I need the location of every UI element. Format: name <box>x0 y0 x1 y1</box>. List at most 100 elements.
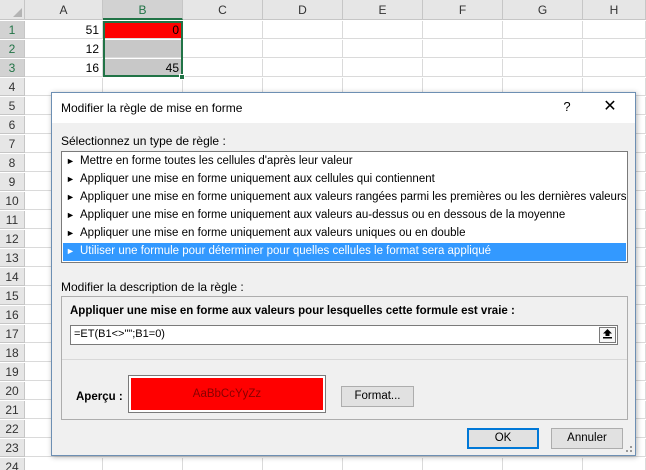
cell[interactable] <box>343 458 423 470</box>
rule-type-item[interactable]: ► Appliquer une mise en forme uniquement … <box>63 171 626 189</box>
cell[interactable] <box>583 40 646 58</box>
cell[interactable] <box>503 21 583 39</box>
arrow-right-icon: ► <box>66 192 75 202</box>
cell[interactable] <box>183 40 263 58</box>
cell[interactable] <box>263 59 343 77</box>
cell[interactable] <box>423 59 503 77</box>
arrow-right-icon: ► <box>66 174 75 184</box>
row-header[interactable]: 15 <box>0 287 25 305</box>
cell[interactable] <box>423 458 503 470</box>
cell-a2[interactable]: 12 <box>25 40 103 58</box>
row-header[interactable]: 12 <box>0 230 25 248</box>
row-header[interactable]: 21 <box>0 401 25 419</box>
cell[interactable] <box>503 40 583 58</box>
formula-input[interactable]: =ET(B1<>"";B1=0) <box>70 325 618 345</box>
description-label-text: Modifier la description de la règle : <box>61 280 244 294</box>
rule-type-label: Appliquer une mise en forme uniquement a… <box>80 209 566 221</box>
cell[interactable] <box>343 59 423 77</box>
row-header[interactable]: 11 <box>0 211 25 229</box>
row-header[interactable]: 9 <box>0 173 25 191</box>
cell[interactable] <box>503 59 583 77</box>
column-header-e[interactable]: E <box>343 0 423 20</box>
row-header[interactable]: 5 <box>0 97 25 115</box>
column-header-h[interactable]: H <box>583 0 646 20</box>
divider <box>62 359 627 360</box>
column-header-g[interactable]: G <box>503 0 583 20</box>
close-button[interactable]: ✕ <box>598 95 622 119</box>
row-header[interactable]: 1 <box>0 21 25 39</box>
column-header-c[interactable]: C <box>183 0 263 20</box>
row-header[interactable]: 2 <box>0 40 25 58</box>
row-header[interactable]: 23 <box>0 439 25 457</box>
rule-type-item[interactable]: ► Appliquer une mise en forme uniquement … <box>63 189 626 207</box>
row-header[interactable]: 24 <box>0 458 25 470</box>
column-header-f[interactable]: F <box>423 0 503 20</box>
dialog-titlebar[interactable]: Modifier la règle de mise en forme ? ✕ <box>52 93 635 123</box>
dialog-title: Modifier la règle de mise en forme <box>61 101 243 115</box>
column-header-b[interactable]: B <box>103 0 183 20</box>
row-header[interactable]: 8 <box>0 154 25 172</box>
row-header[interactable]: 3 <box>0 59 25 77</box>
cell[interactable] <box>423 40 503 58</box>
rule-type-item[interactable]: ► Appliquer une mise en forme uniquement … <box>63 207 626 225</box>
row-header[interactable]: 13 <box>0 249 25 267</box>
arrow-right-icon: ► <box>66 210 75 220</box>
row-header[interactable]: 10 <box>0 192 25 210</box>
cancel-button[interactable]: Annuler <box>551 428 623 449</box>
rule-type-label: Appliquer une mise en forme uniquement a… <box>80 227 466 239</box>
formula-value: =ET(B1<>"";B1=0) <box>74 328 165 340</box>
formula-label: Appliquer une mise en forme aux valeurs … <box>70 305 515 317</box>
resize-grip-icon[interactable] <box>623 443 633 453</box>
arrow-right-icon: ► <box>66 156 75 166</box>
row-header[interactable]: 17 <box>0 325 25 343</box>
help-button[interactable]: ? <box>556 96 578 118</box>
cell[interactable] <box>263 21 343 39</box>
rule-type-label: Appliquer une mise en forme uniquement a… <box>80 173 435 185</box>
cell[interactable] <box>25 458 103 470</box>
column-header-a[interactable]: A <box>25 0 103 20</box>
row-header[interactable]: 18 <box>0 344 25 362</box>
format-button[interactable]: Format... <box>341 386 414 407</box>
cell[interactable] <box>343 40 423 58</box>
cell[interactable] <box>583 59 646 77</box>
arrow-right-icon: ► <box>66 246 75 256</box>
column-header-d[interactable]: D <box>263 0 343 20</box>
rule-type-item[interactable]: ► Appliquer une mise en forme uniquement … <box>63 225 626 243</box>
cell[interactable] <box>583 21 646 39</box>
cell-a3[interactable]: 16 <box>25 59 103 77</box>
cell[interactable] <box>263 458 343 470</box>
rule-type-item-selected[interactable]: ► Utiliser une formule pour déterminer po… <box>63 243 626 261</box>
row-header[interactable]: 22 <box>0 420 25 438</box>
preview-swatch: AaBbCcYyZz <box>131 378 323 410</box>
cell[interactable] <box>583 458 646 470</box>
cell[interactable] <box>183 21 263 39</box>
arrow-right-icon: ► <box>66 228 75 238</box>
row-header[interactable]: 4 <box>0 78 25 96</box>
rule-type-list[interactable]: ► Mettre en forme toutes les cellules d'a… <box>61 151 628 263</box>
preview-frame: AaBbCcYyZz <box>128 375 326 413</box>
row-header[interactable]: 14 <box>0 268 25 286</box>
row-header[interactable]: 16 <box>0 306 25 324</box>
cell-a1[interactable]: 51 <box>25 21 103 39</box>
row-header[interactable]: 7 <box>0 135 25 153</box>
ok-button[interactable]: OK <box>467 428 539 449</box>
row-header[interactable]: 6 <box>0 116 25 134</box>
cell-b1[interactable]: 0 <box>103 21 183 39</box>
select-all-corner[interactable] <box>0 0 25 20</box>
cell[interactable] <box>183 458 263 470</box>
rule-type-item[interactable]: ► Mettre en forme toutes les cellules d'a… <box>63 153 626 171</box>
fill-handle[interactable] <box>179 74 185 80</box>
cell-b3[interactable]: 45 <box>103 59 183 77</box>
cell[interactable] <box>103 458 183 470</box>
collapse-dialog-button[interactable] <box>599 327 616 343</box>
row-header[interactable]: 19 <box>0 363 25 381</box>
rule-type-label: Appliquer une mise en forme uniquement a… <box>80 191 626 203</box>
cell[interactable] <box>183 59 263 77</box>
cell[interactable] <box>423 21 503 39</box>
cell[interactable] <box>503 458 583 470</box>
row-header[interactable]: 20 <box>0 382 25 400</box>
cell[interactable] <box>343 21 423 39</box>
cell[interactable] <box>263 40 343 58</box>
cell-b2[interactable] <box>103 40 183 58</box>
upload-arrow-icon <box>603 329 612 339</box>
